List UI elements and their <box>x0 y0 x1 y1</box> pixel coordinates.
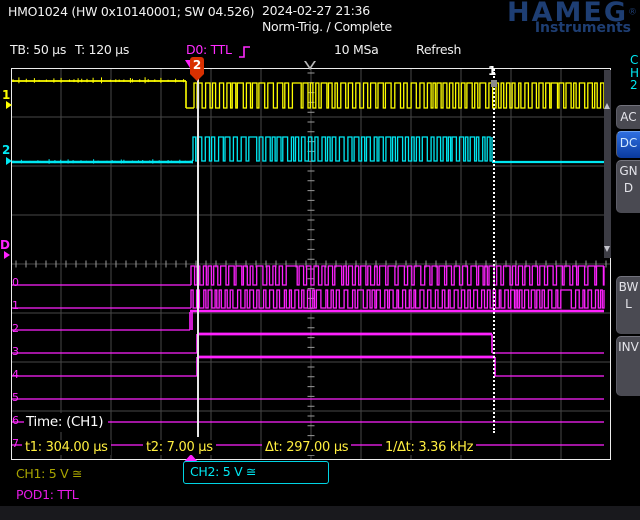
cursor2-handle[interactable]: 2 <box>190 57 204 74</box>
pod-marker-arrow-icon <box>4 251 10 259</box>
oscilloscope-screen: HMO1024 (HW 0x10140001; SW 04.526) 2024-… <box>0 0 640 520</box>
bandwidth-limit-button[interactable]: BWL <box>616 276 640 334</box>
coupling-ac-button[interactable]: AC <box>616 105 640 129</box>
cursor1-label: 1 <box>488 64 496 78</box>
sidebar-channel-label: CH2 <box>630 54 640 92</box>
cursor1-line[interactable] <box>493 69 495 433</box>
digital-label-d2: 2 <box>12 322 19 335</box>
ch2-scale-box[interactable]: CH2: 5 V ≅ <box>183 461 329 484</box>
measurement-inv-dt: 1/Δt: 3.36 kHz <box>382 440 476 455</box>
scroll-down-icon[interactable] <box>604 246 610 252</box>
coupling-gnd-button[interactable]: GND <box>616 160 640 213</box>
ch2-marker-arrow-icon <box>6 157 12 165</box>
digital-label-d3: 3 <box>12 345 19 358</box>
cursor2-line[interactable] <box>197 69 199 437</box>
pod-marker-label: D <box>0 238 10 252</box>
ch1-marker-label: 1 <box>2 88 10 102</box>
cursor1-handle[interactable] <box>491 80 497 87</box>
ch1-marker-arrow-icon <box>6 101 12 109</box>
digital-label-d5: 5 <box>12 391 19 404</box>
digital-label-d1: 1 <box>12 299 19 312</box>
ch2-scale-readout: CH2: 5 V ≅ <box>190 464 256 479</box>
coupling-dc-button[interactable]: DC <box>616 131 640 158</box>
rising-edge-icon <box>238 45 251 59</box>
scroll-up-icon[interactable] <box>604 103 610 109</box>
ch1-ground-marker[interactable]: 1 <box>2 88 10 102</box>
invert-button[interactable]: INV <box>616 336 640 396</box>
pod-position-marker[interactable]: D <box>0 238 10 252</box>
measurement-t1: t1: 304.00 µs <box>22 440 111 455</box>
digital-label-d4: 4 <box>12 368 19 381</box>
vertical-scroll-indicator[interactable] <box>604 70 611 258</box>
ch2-marker-label: 2 <box>2 143 10 157</box>
measurement-dt: Δt: 297.00 µs <box>262 440 351 455</box>
digital-label-d7: 7 <box>12 437 19 450</box>
measurement-title: Time: (CH1) <box>24 413 108 432</box>
timebase-center-marker <box>304 61 316 70</box>
measurement-t2: t2: 7.00 µs <box>143 440 216 455</box>
ch2-ground-marker[interactable]: 2 <box>2 143 10 157</box>
digital-label-d0: 0 <box>12 276 19 289</box>
digital-label-d6: 6 <box>12 414 19 427</box>
